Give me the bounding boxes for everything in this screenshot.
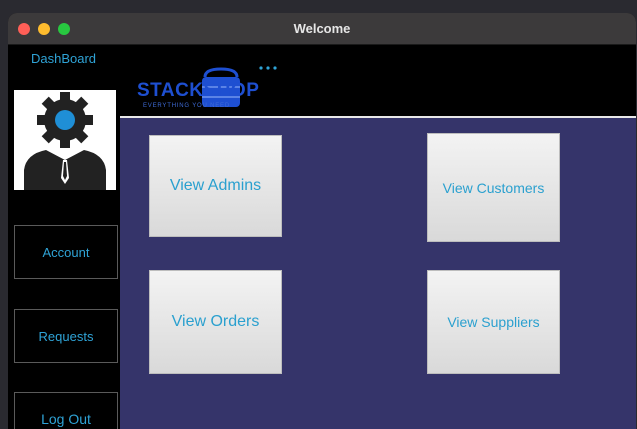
title-bar: Welcome [8, 13, 636, 45]
view-suppliers-button[interactable]: View Suppliers [427, 270, 560, 374]
view-orders-button[interactable]: View Orders [149, 270, 282, 374]
requests-button[interactable]: Requests [14, 309, 118, 363]
gear-person-icon [24, 92, 106, 190]
admin-avatar [14, 90, 116, 190]
logout-button[interactable]: Log Out [14, 392, 118, 429]
dashboard-content: View Admins View Customers View Orders V… [120, 118, 636, 429]
window-title: Welcome [293, 21, 351, 36]
sidebar: DashBoard Account Requests Log Out [8, 45, 119, 429]
dashboard-label[interactable]: DashBoard [8, 51, 119, 66]
account-button[interactable]: Account [14, 225, 118, 279]
header-bar: STACKSHOP EVERYTHING YOU NEED [120, 45, 636, 118]
app-window: Welcome DashBoard Account Requests Log O… [8, 13, 636, 429]
view-admins-button[interactable]: View Admins [149, 135, 282, 237]
view-customers-button[interactable]: View Customers [427, 133, 560, 242]
brand-name: STACKSHOP [137, 80, 260, 101]
brand-tagline: EVERYTHING YOU NEED [143, 103, 230, 109]
